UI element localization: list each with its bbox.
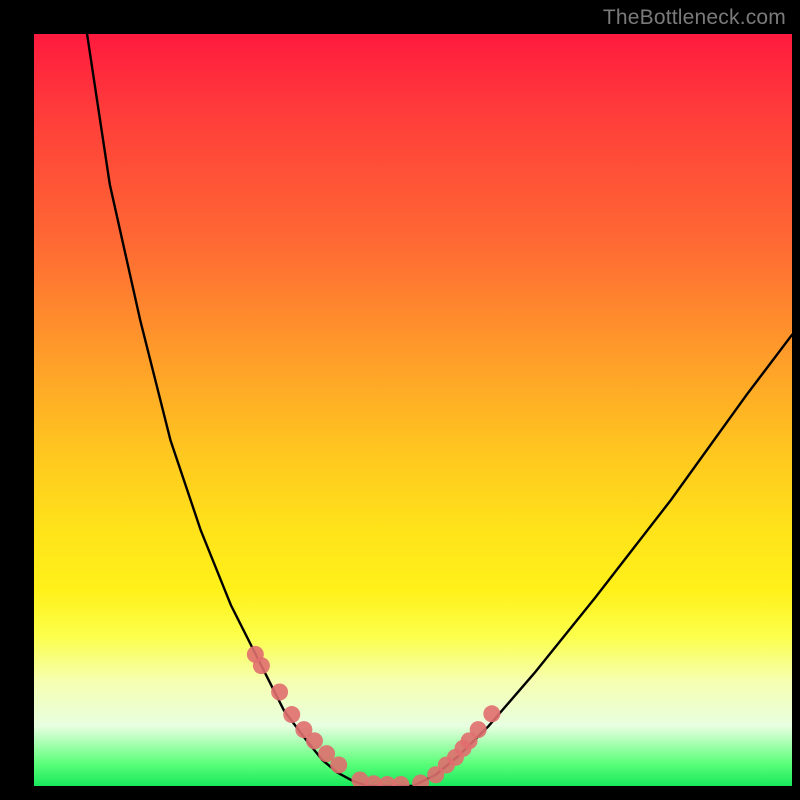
chart-stage: TheBottleneck.com xyxy=(0,0,800,800)
data-dot xyxy=(253,657,270,674)
data-dot xyxy=(483,705,500,722)
dots-group xyxy=(247,646,500,786)
data-dot xyxy=(412,774,429,786)
bottleneck-chart-svg xyxy=(34,34,792,786)
data-dot xyxy=(271,684,288,701)
curve-group xyxy=(87,34,792,786)
data-dot xyxy=(283,706,300,723)
data-dot xyxy=(330,756,347,773)
watermark-text: TheBottleneck.com xyxy=(603,6,786,30)
data-dot xyxy=(306,732,323,749)
bottleneck-curve xyxy=(87,34,792,786)
data-dot xyxy=(392,776,409,786)
data-dot xyxy=(470,721,487,738)
plot-area xyxy=(34,34,792,786)
